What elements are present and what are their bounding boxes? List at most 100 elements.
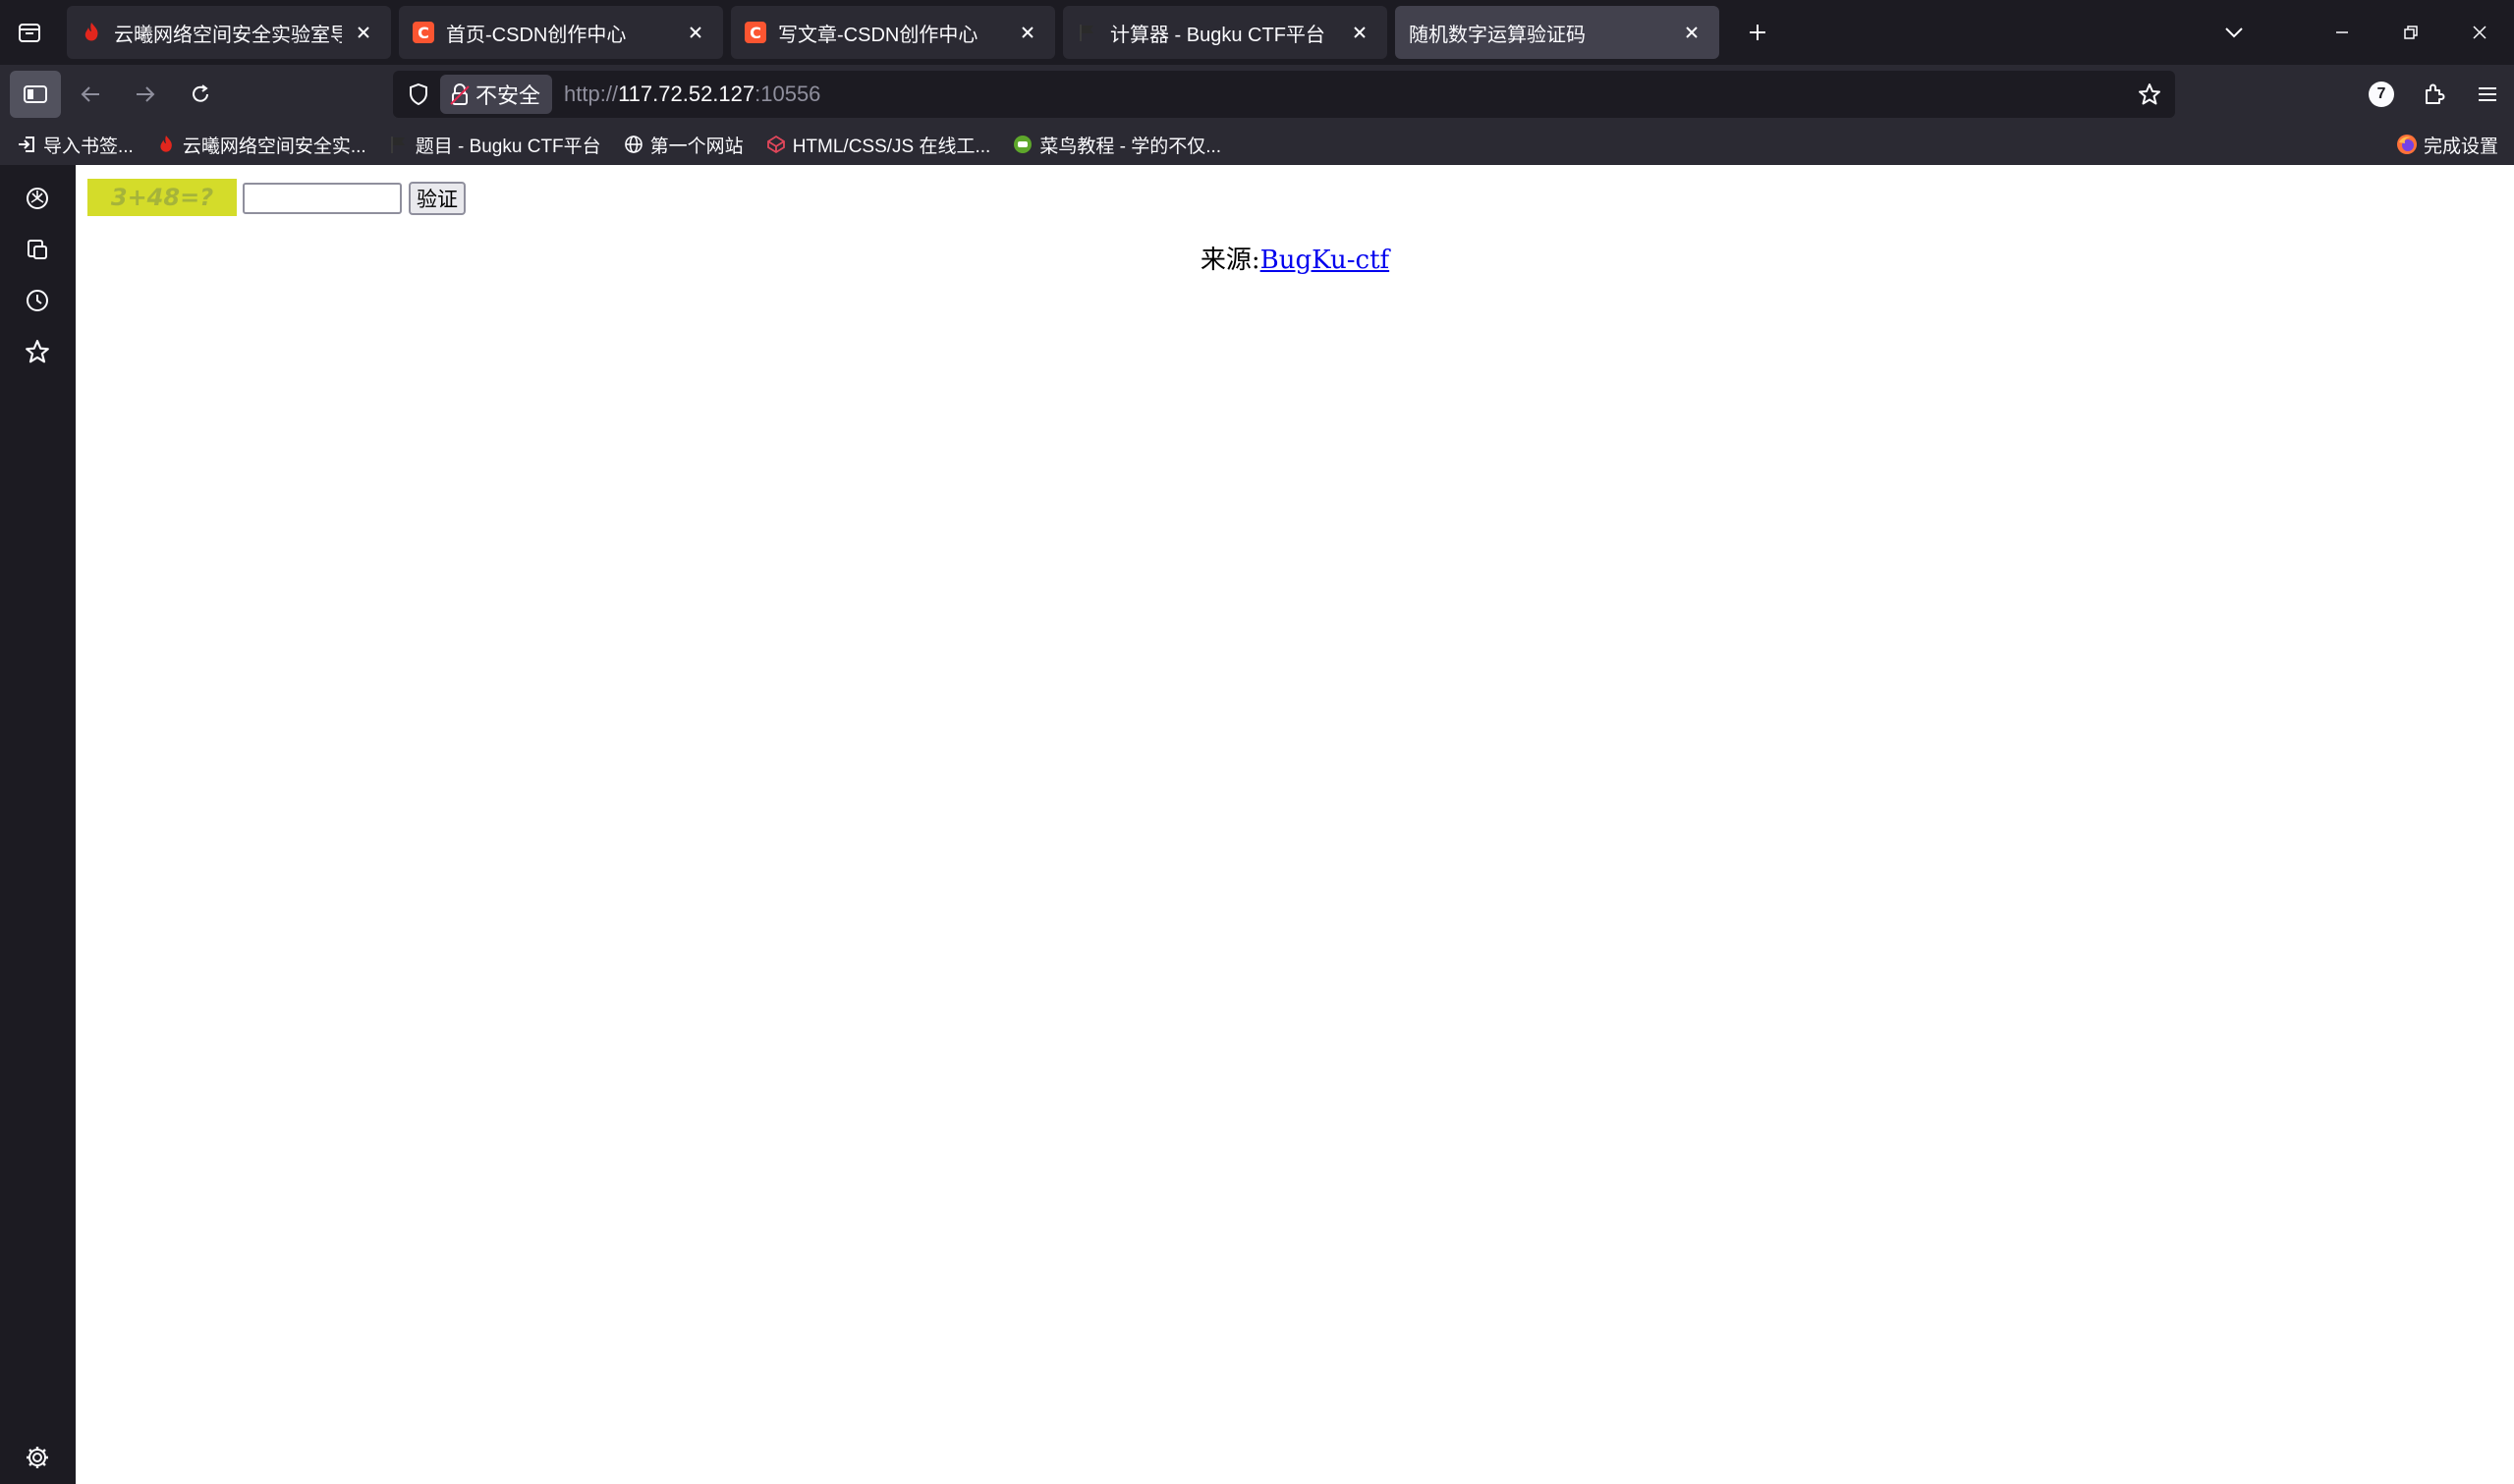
- svg-text:C: C: [750, 24, 761, 42]
- minimize-button[interactable]: [2308, 0, 2376, 65]
- extensions-count-badge: 7: [2369, 82, 2394, 107]
- plus-icon: [1750, 25, 1765, 40]
- tab-csdn-home[interactable]: C 首页-CSDN创作中心: [399, 6, 723, 59]
- globe-icon: [623, 134, 644, 155]
- sidebar-settings-button[interactable]: [18, 1438, 57, 1477]
- url-port: :10556: [754, 82, 821, 106]
- bookmark-bugku[interactable]: 题目 - Bugku CTF平台: [388, 132, 601, 158]
- sidebar-synced-tabs-button[interactable]: [18, 230, 57, 269]
- close-icon: [2473, 26, 2486, 39]
- bookmark-label: 导入书签...: [43, 136, 134, 157]
- bookmark-first-site[interactable]: 第一个网站: [623, 132, 744, 158]
- tab-title: 云曦网络空间安全实验室导航页: [114, 24, 342, 46]
- sidebar-toggle-button[interactable]: [10, 71, 61, 118]
- bookmark-label: HTML/CSS/JS 在线工...: [792, 136, 991, 157]
- url-bar[interactable]: 不安全 http://117.72.52.127:10556: [393, 71, 2175, 118]
- close-icon[interactable]: [1014, 19, 1041, 46]
- sidebar-history-button[interactable]: [18, 281, 57, 320]
- bookmark-yunxi[interactable]: 云曦网络空间安全实...: [155, 132, 366, 158]
- bookmarks-toolbar: 导入书签... 云曦网络空间安全实... 题目 - Bugku CTF平台 第一…: [0, 124, 2514, 165]
- hamburger-menu-icon: [2479, 87, 2496, 101]
- bookmark-label: 完成设置: [2423, 136, 2498, 157]
- captcha-image: 3+48=?: [87, 179, 237, 216]
- firefox-view-icon: [19, 24, 40, 42]
- bookmark-label: 云曦网络空间安全实...: [182, 136, 366, 157]
- tab-title: 随机数字运算验证码: [1409, 24, 1586, 46]
- forward-button[interactable]: [120, 71, 171, 118]
- clock-icon: [27, 290, 48, 311]
- shield-icon: [410, 82, 427, 106]
- flag-icon: [1077, 22, 1098, 43]
- runoob-icon: [1012, 134, 1034, 155]
- firefox-view-button[interactable]: [0, 0, 59, 65]
- bookmark-label: 第一个网站: [649, 136, 744, 157]
- verify-button[interactable]: 验证: [409, 182, 466, 215]
- site-security-button[interactable]: 不安全: [440, 75, 553, 114]
- source-line: 来源:BugKu-ctf: [76, 240, 2514, 276]
- source-prefix: 来源:: [1200, 246, 1260, 275]
- ai-chatbot-icon: [27, 188, 48, 209]
- extensions-button[interactable]: [2408, 71, 2461, 118]
- tab-yunxi[interactable]: 云曦网络空间安全实验室导航页: [67, 6, 391, 59]
- arrow-right-icon: [137, 86, 155, 102]
- restore-icon: [2404, 26, 2418, 39]
- url-text[interactable]: http://117.72.52.127:10556: [564, 82, 820, 107]
- close-window-button[interactable]: [2445, 0, 2514, 65]
- insecure-lock-icon: [450, 83, 470, 105]
- security-label: 不安全: [475, 83, 541, 108]
- sidebar-icon: [24, 85, 47, 103]
- chevron-down-icon: [2225, 27, 2243, 38]
- tab-csdn-write[interactable]: C 写文章-CSDN创作中心: [731, 6, 1055, 59]
- codepen-icon: [765, 134, 787, 155]
- page-content: 3+48=? 验证 来源:BugKu-ctf: [76, 165, 2514, 1484]
- close-icon[interactable]: [1678, 19, 1705, 46]
- minimize-icon: [2336, 31, 2348, 33]
- new-tab-button[interactable]: [1733, 6, 1782, 59]
- tab-strip: 云曦网络空间安全实验室导航页 C 首页-CSDN创作中心 C 写文章-CSDN创…: [0, 0, 2514, 65]
- svg-text:C: C: [418, 24, 429, 42]
- bugku-ctf-link[interactable]: BugKu-ctf: [1260, 246, 1390, 275]
- star-icon: [26, 340, 49, 363]
- csdn-icon: C: [413, 22, 434, 43]
- tab-captcha[interactable]: 随机数字运算验证码: [1395, 6, 1719, 59]
- bookmark-star-button[interactable]: [2134, 79, 2165, 110]
- flag-icon: [388, 134, 410, 155]
- firefox-icon: [2396, 134, 2418, 155]
- restore-button[interactable]: [2376, 0, 2445, 65]
- reload-icon: [193, 84, 208, 102]
- arrow-left-icon: [81, 86, 99, 102]
- sidebar: [0, 165, 75, 1484]
- bookmark-label: 题目 - Bugku CTF平台: [415, 136, 601, 157]
- csdn-icon: C: [745, 22, 766, 43]
- bookmark-codepen[interactable]: HTML/CSS/JS 在线工...: [765, 132, 991, 158]
- navigation-toolbar: 不安全 http://117.72.52.127:10556 7: [0, 65, 2514, 124]
- url-scheme: http://: [564, 82, 619, 106]
- tab-title: 首页-CSDN创作中心: [446, 24, 627, 46]
- reload-button[interactable]: [175, 71, 226, 118]
- import-icon: [16, 134, 37, 155]
- close-icon[interactable]: [1346, 19, 1373, 46]
- tab-title: 计算器 - Bugku CTF平台: [1110, 24, 1325, 46]
- tab-title: 写文章-CSDN创作中心: [778, 24, 978, 46]
- app-menu-button[interactable]: [2461, 71, 2514, 118]
- sidebar-bookmarks-button[interactable]: [18, 332, 57, 371]
- flame-icon: [81, 22, 102, 43]
- puzzle-icon: [2426, 83, 2445, 104]
- star-icon: [2139, 83, 2160, 105]
- tab-bugku-calc[interactable]: 计算器 - Bugku CTF平台: [1063, 6, 1387, 59]
- synced-tabs-icon: [28, 240, 47, 259]
- captcha-answer-input[interactable]: [243, 183, 402, 214]
- flame-icon: [155, 134, 177, 155]
- close-icon[interactable]: [682, 19, 709, 46]
- bookmark-finish-setup[interactable]: 完成设置: [2396, 132, 2498, 158]
- extension-badge-button[interactable]: 7: [2355, 71, 2408, 118]
- bookmark-import[interactable]: 导入书签...: [16, 132, 134, 158]
- sidebar-ai-chatbot-button[interactable]: [18, 179, 57, 218]
- list-all-tabs-button[interactable]: [2200, 0, 2268, 65]
- gear-icon: [27, 1447, 48, 1468]
- back-button[interactable]: [65, 71, 116, 118]
- close-icon[interactable]: [350, 19, 377, 46]
- bookmark-runoob[interactable]: 菜鸟教程 - 学的不仅...: [1012, 132, 1221, 158]
- bookmark-label: 菜鸟教程 - 学的不仅...: [1039, 136, 1222, 157]
- tracking-protection-button[interactable]: [397, 82, 440, 106]
